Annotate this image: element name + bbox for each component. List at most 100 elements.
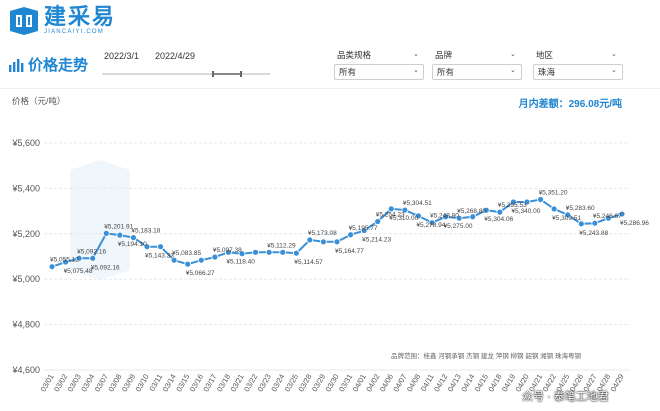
chevron-down-icon[interactable]: ⌄: [413, 50, 419, 58]
slider-range: [214, 73, 240, 75]
data-point: [48, 263, 56, 271]
data-label: ¥5,195.77: [349, 225, 378, 232]
data-label: ¥5,143.33: [145, 253, 174, 260]
data-point: [157, 243, 164, 251]
data-label: ¥5,201.91: [104, 223, 133, 230]
data-label: ¥5,248.80: [430, 213, 459, 220]
date-range-slider[interactable]: [102, 71, 270, 77]
data-label: ¥5,309.51: [552, 215, 581, 222]
chevron-down-icon[interactable]: ⌄: [510, 66, 516, 74]
filter-brand-select[interactable]: 所有: [432, 64, 522, 80]
brand-domain: JIANCAIYI.COM: [44, 29, 104, 35]
data-point: [469, 213, 477, 221]
chevron-down-icon[interactable]: ⌄: [413, 66, 419, 74]
data-point: [238, 250, 246, 258]
data-label: ¥5,112.29: [267, 242, 296, 249]
data-point: [428, 219, 436, 227]
x-tick-label: 04/06: [378, 373, 395, 394]
data-label: ¥5,214.23: [362, 237, 391, 244]
x-tick-label: 04/18: [486, 373, 503, 394]
chevron-down-icon[interactable]: ⌄: [611, 66, 617, 74]
data-label: ¥5,092.16: [91, 264, 120, 271]
filter-region-select[interactable]: 珠海: [533, 64, 623, 80]
y-tick-label: ¥4,800: [11, 320, 40, 330]
x-tick-label: 03/01: [39, 373, 56, 394]
chevron-down-icon[interactable]: ⌄: [510, 50, 516, 58]
data-labels: ¥5,055.12¥5,075.48¥5,092.16¥5,092.16¥5,2…: [50, 189, 649, 277]
divider: [0, 88, 660, 89]
x-tick-label: 04/29: [609, 373, 626, 394]
x-tick-label: 03/16: [188, 373, 205, 394]
x-tick-label: 03/29: [310, 373, 327, 394]
x-tick-label: 04/11: [419, 373, 436, 393]
y-tick-label: ¥4,600: [11, 365, 40, 375]
data-label: ¥5,340.00: [511, 208, 540, 215]
brand-name: 建采易: [44, 4, 117, 29]
x-tick-label: 04/01: [351, 373, 368, 394]
data-label: ¥5,310.00: [389, 215, 418, 222]
x-tick-label: 04/13: [446, 373, 463, 394]
data-point: [387, 205, 395, 213]
data-label: ¥5,304.51: [403, 200, 432, 207]
data-label: ¥5,055.12: [50, 257, 79, 264]
data-point: [252, 248, 259, 256]
y-tick-label: ¥5,600: [11, 138, 40, 148]
logo-mark-icon: [10, 6, 38, 35]
source-signature: 众号 · 泰笔工地君: [522, 391, 609, 403]
x-tick-label: 03/22: [242, 373, 259, 394]
x-tick-label: 04/07: [391, 373, 408, 394]
monthly-diff-label: 月内差额：296.08元/吨: [518, 99, 622, 110]
x-tick-label: 03/21: [229, 373, 246, 394]
grid: [44, 142, 630, 371]
x-tick-label: 03/11: [147, 373, 164, 393]
data-point: [265, 248, 273, 256]
data-label: ¥5,243.88: [579, 230, 608, 237]
data-point: [225, 248, 232, 256]
data-point: [102, 229, 110, 237]
bar-chart-icon: [9, 58, 24, 72]
data-label: ¥5,066.27: [186, 270, 215, 277]
filter-region-label: 地区: [536, 50, 554, 60]
data-point: [482, 206, 490, 214]
chevron-down-icon[interactable]: ⌄: [611, 50, 617, 58]
data-point: [320, 238, 327, 246]
x-tick-label: 03/03: [66, 373, 83, 394]
data-point: [415, 212, 422, 220]
data-point: [510, 198, 517, 206]
brand-logo[interactable]: 建采易 JIANCAIYI.COM: [8, 6, 116, 35]
data-point: [537, 196, 544, 203]
x-tick-label: 04/14: [459, 373, 476, 394]
series-points: [48, 196, 626, 271]
data-label: ¥5,183.18: [131, 228, 160, 235]
page-title: 价格走势: [28, 57, 89, 74]
data-label: ¥5,164.77: [335, 248, 364, 255]
end-date-field[interactable]: 2022/4/29: [155, 51, 195, 61]
data-point: [618, 210, 626, 218]
data-point: [197, 256, 205, 264]
watermark-logo: [70, 160, 130, 280]
slider-handle-start[interactable]: [212, 71, 214, 77]
data-point: [292, 249, 300, 257]
data-point: [577, 220, 585, 228]
data-point: [116, 231, 124, 239]
y-tick-label: ¥5,200: [11, 229, 40, 239]
data-point: [130, 234, 137, 242]
data-point: [605, 214, 612, 222]
data-label: ¥5,083.85: [172, 250, 201, 257]
x-tick-label: 03/24: [269, 373, 286, 394]
data-point: [170, 256, 178, 264]
data-label: ¥5,283.60: [566, 205, 595, 212]
data-point: [143, 243, 151, 251]
slider-handle-end[interactable]: [240, 71, 242, 77]
x-tick-label: 04/12: [432, 373, 449, 394]
x-tick-label: 03/14: [161, 373, 178, 394]
data-point: [184, 260, 192, 268]
filter-category-select[interactable]: 所有: [334, 64, 424, 80]
start-date-field[interactable]: 2022/3/1: [104, 51, 139, 61]
data-label: ¥5,114.57: [294, 259, 323, 266]
data-label: ¥5,275.00: [444, 223, 473, 230]
page-title-row: 价格走势: [8, 54, 88, 75]
series-line: [51, 198, 623, 268]
data-point: [347, 231, 354, 239]
x-tick-label: 04/08: [405, 373, 422, 394]
